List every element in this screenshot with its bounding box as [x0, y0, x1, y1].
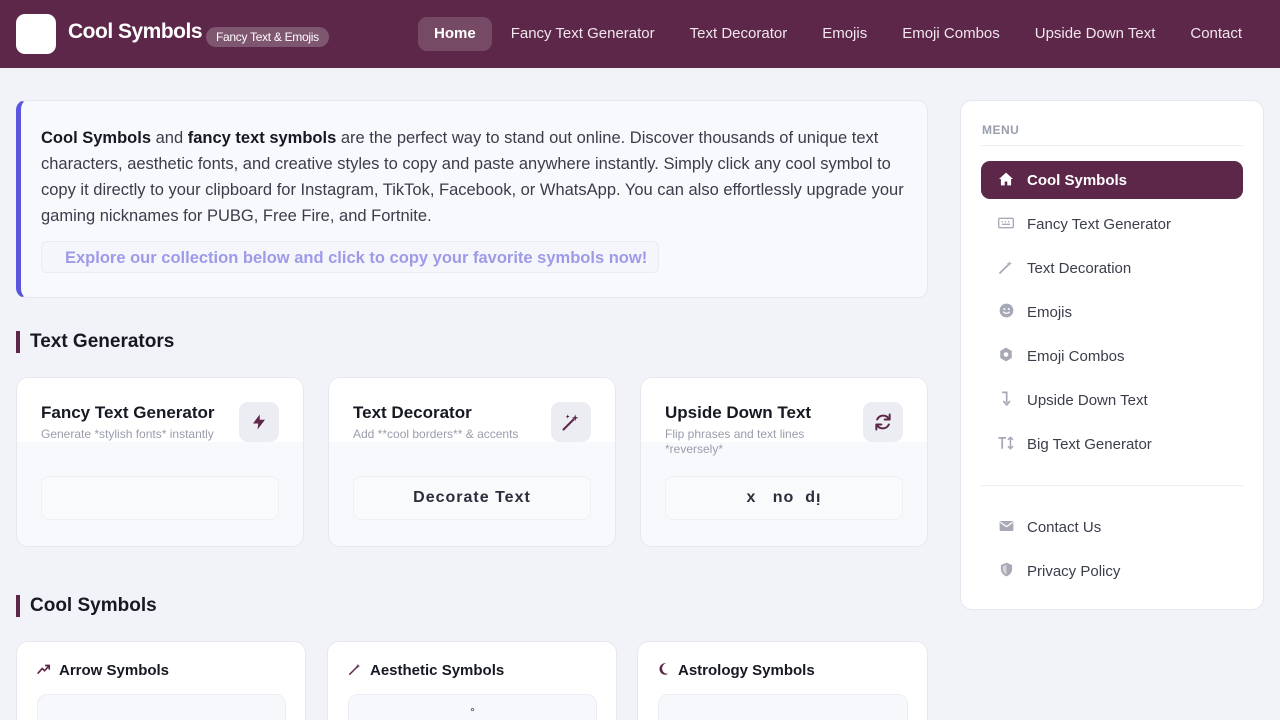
magic-wand-icon — [348, 662, 362, 679]
sidebar-item-fancy-text-generator[interactable]: Fancy Text Generator — [981, 205, 1243, 243]
sidebar-item-label: Upside Down Text — [1027, 391, 1148, 409]
magic-wand-icon — [551, 402, 591, 442]
sidebar-item-label: Cool Symbols — [1027, 171, 1128, 189]
generator-subtitle: Flip phrases and text lines *reversely* — [665, 427, 805, 456]
generator-preview[interactable]: Decorate Text — [353, 476, 591, 520]
sidebar-item-text-decoration[interactable]: Text Decoration — [981, 249, 1243, 287]
generator-subtitle: Add **cool borders** & accents — [353, 427, 519, 441]
symbol-card-title: Aesthetic Symbols — [348, 662, 504, 679]
sidebar-item-emojis[interactable]: Emojis — [981, 293, 1243, 331]
generator-title: Fancy Text Generator — [41, 403, 215, 422]
trend-arrow-icon — [37, 663, 51, 678]
brand-title[interactable]: Cool Symbols — [68, 20, 203, 44]
symbol-card-label: Astrology Symbols — [678, 662, 815, 679]
menu-label: MENU — [982, 123, 1020, 137]
menu-divider — [981, 485, 1243, 486]
symbol-card-label: Arrow Symbols — [59, 662, 170, 679]
gear-icon — [997, 347, 1015, 365]
intro-bold-fancy-text: fancy text symbols — [187, 129, 337, 147]
sidebar-menu: MENU Cool Symbols Fancy Text Generator T… — [960, 100, 1264, 610]
symbol-preview[interactable] — [658, 694, 908, 720]
intro-bold-cool-symbols: Cool Symbols — [41, 129, 152, 147]
generator-title: Upside Down Text — [665, 403, 812, 422]
brand-badge: Fancy Text & Emojis — [206, 27, 329, 47]
nav-contact[interactable]: Contact — [1174, 17, 1258, 51]
smiley-icon — [997, 303, 1015, 321]
sidebar-item-big-text-generator[interactable]: Big Text Generator — [981, 425, 1243, 463]
sidebar-item-label: Privacy Policy — [1027, 562, 1121, 580]
magic-wand-icon — [997, 259, 1015, 278]
top-header: Cool Symbols Fancy Text & Emojis Home Fa… — [0, 0, 1280, 68]
section-title-text-generators: Text Generators — [16, 331, 174, 353]
intro-cta: Explore our collection below and click t… — [41, 241, 660, 273]
intro-card: Cool Symbols and fancy text symbols are … — [16, 100, 928, 298]
turn-down-arrow-icon — [997, 390, 1015, 410]
sidebar-item-label: Text Decoration — [1027, 259, 1132, 277]
symbol-card-arrow[interactable]: Arrow Symbols — [16, 641, 306, 720]
nav-home[interactable]: Home — [418, 17, 492, 51]
text-height-icon — [997, 435, 1015, 453]
sidebar-item-label: Big Text Generator — [1027, 435, 1152, 453]
main-nav: Home Fancy Text Generator Text Decorator… — [418, 17, 1261, 51]
symbol-preview[interactable]: ° — [348, 694, 597, 720]
refresh-icon — [863, 402, 903, 442]
sidebar-item-privacy-policy[interactable]: Privacy Policy — [981, 552, 1243, 590]
intro-text: Cool Symbols and fancy text symbols are … — [41, 125, 911, 229]
sidebar-item-label: Emoji Combos — [1027, 347, 1125, 365]
generator-card-upside-down[interactable]: Upside Down Text Flip phrases and text l… — [640, 377, 928, 547]
symbol-card-astrology[interactable]: Astrology Symbols — [637, 641, 928, 720]
sidebar-item-cool-symbols[interactable]: Cool Symbols — [981, 161, 1243, 199]
home-icon — [997, 172, 1015, 189]
nav-fancy-text-generator[interactable]: Fancy Text Generator — [495, 17, 671, 51]
sidebar-item-label: Emojis — [1027, 303, 1073, 321]
nav-upside-down-text[interactable]: Upside Down Text — [1019, 17, 1172, 51]
sidebar-item-label: Fancy Text Generator — [1027, 215, 1171, 233]
symbol-card-title: Astrology Symbols — [658, 662, 815, 679]
symbol-card-aesthetic[interactable]: Aesthetic Symbols ° — [327, 641, 617, 720]
generator-preview[interactable]: x no dı̣ — [665, 476, 903, 520]
shield-icon — [997, 562, 1015, 580]
keyboard-icon — [997, 216, 1015, 232]
section-title-cool-symbols: Cool Symbols — [16, 595, 157, 617]
sidebar-item-emoji-combos[interactable]: Emoji Combos — [981, 337, 1243, 375]
moon-icon — [658, 662, 670, 679]
sidebar-item-label: Contact Us — [1027, 518, 1102, 536]
menu-divider — [981, 145, 1243, 146]
bolt-icon — [239, 402, 279, 442]
generator-card-fancy-text[interactable]: Fancy Text Generator Generate *stylish f… — [16, 377, 304, 547]
nav-emoji-combos[interactable]: Emoji Combos — [886, 17, 1016, 51]
symbol-card-label: Aesthetic Symbols — [370, 662, 505, 679]
symbol-card-title: Arrow Symbols — [37, 662, 169, 679]
sidebar-item-contact-us[interactable]: Contact Us — [981, 508, 1243, 546]
sidebar-item-upside-down-text[interactable]: Upside Down Text — [981, 381, 1243, 419]
generator-subtitle: Generate *stylish fonts* instantly — [41, 427, 214, 441]
nav-text-decorator[interactable]: Text Decorator — [674, 17, 804, 51]
intro-and: and — [151, 129, 188, 147]
logo[interactable] — [16, 14, 56, 54]
nav-emojis[interactable]: Emojis — [806, 17, 883, 51]
envelope-icon — [997, 519, 1015, 535]
generator-title: Text Decorator — [353, 403, 472, 422]
generator-preview[interactable] — [41, 476, 279, 520]
generator-card-text-decorator[interactable]: Text Decorator Add **cool borders** & ac… — [328, 377, 616, 547]
symbol-preview[interactable] — [37, 694, 286, 720]
